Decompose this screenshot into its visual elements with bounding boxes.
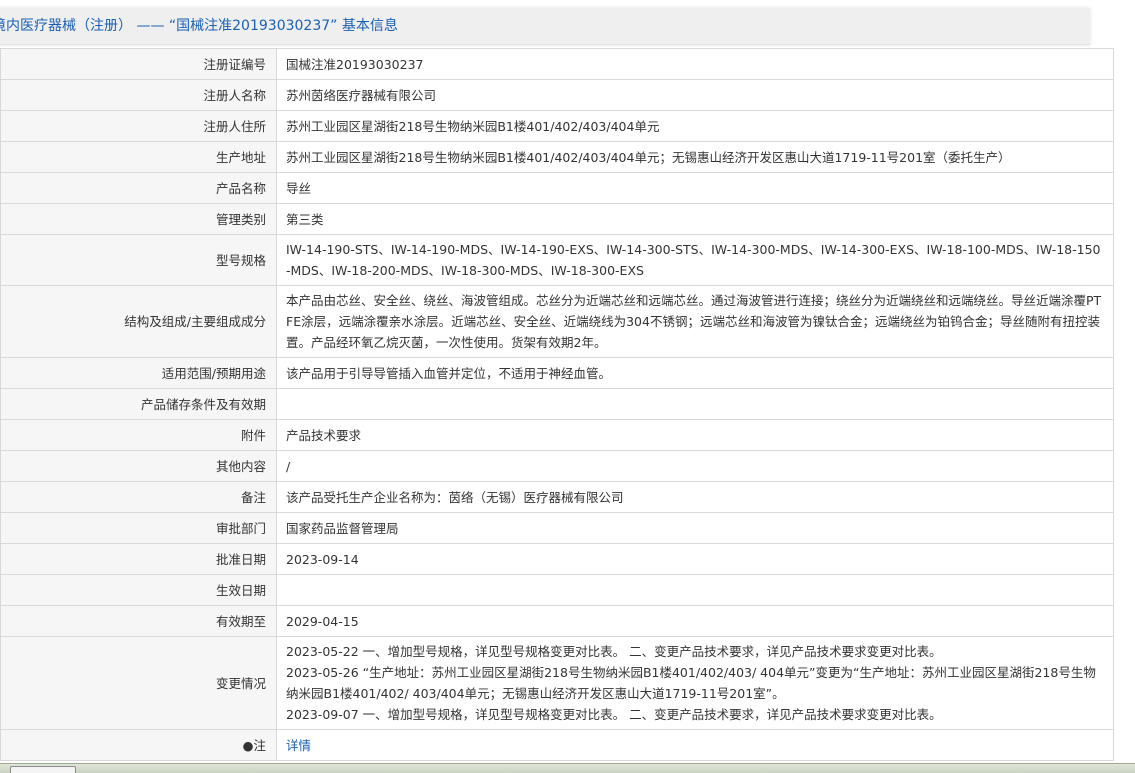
field-label: 有效期至	[0, 605, 277, 637]
field-label: 批准日期	[0, 543, 277, 575]
table-row: 适用范围/预期用途 该产品用于引导导管插入血管并定位，不适用于神经血管。	[0, 357, 1114, 389]
field-value: 国械注准20193030237	[276, 48, 1114, 80]
field-value	[276, 574, 1114, 606]
table-row: 产品名称 导丝	[0, 172, 1114, 204]
table-row-changes: 变更情况 2023-05-22 一、增加型号规格，详见型号规格变更对比表。 二、…	[0, 636, 1114, 730]
change-entry: 2023-05-22 一、增加型号规格，详见型号规格变更对比表。 二、变更产品技…	[286, 644, 942, 659]
field-label: 注册人名称	[0, 79, 277, 111]
field-label: 生效日期	[0, 574, 277, 606]
field-value: 苏州工业园区星湖街218号生物纳米园B1楼401/402/403/404单元；无…	[276, 141, 1114, 173]
page-frame: 境内医疗器械（注册） —— “国械注准20193030237” 基本信息 注册证…	[0, 0, 1135, 773]
table-row: 型号规格 IW-14-190-STS、IW-14-190-MDS、IW-14-1…	[0, 234, 1114, 286]
field-label: 型号规格	[0, 234, 277, 286]
table-row: 管理类别 第三类	[0, 203, 1114, 235]
field-label: 产品名称	[0, 172, 277, 204]
change-history: 2023-05-22 一、增加型号规格，详见型号规格变更对比表。 二、变更产品技…	[276, 636, 1114, 730]
field-label: 管理类别	[0, 203, 277, 235]
field-value: 导丝	[276, 172, 1114, 204]
field-value: 国家药品监督管理局	[276, 512, 1114, 544]
field-value	[276, 388, 1114, 420]
field-label: 产品储存条件及有效期	[0, 388, 277, 420]
field-label: 其他内容	[0, 450, 277, 482]
table-row: 备注 该产品受托生产企业名称为：茵络（无锡）医疗器械有限公司	[0, 481, 1114, 513]
table-row-note: ●注 详情	[0, 729, 1114, 761]
info-table: 注册证编号 国械注准20193030237 注册人名称 苏州茵络医疗器械有限公司…	[0, 48, 1114, 761]
table-row: 生效日期	[0, 574, 1114, 606]
table-row: 注册人住所 苏州工业园区星湖街218号生物纳米园B1楼401/402/403/4…	[0, 110, 1114, 142]
change-entry: 2023-09-07 一、增加型号规格，详见型号规格变更对比表。 二、变更产品技…	[286, 707, 942, 722]
field-value: 苏州茵络医疗器械有限公司	[276, 79, 1114, 111]
field-label: 生产地址	[0, 141, 277, 173]
table-row: 有效期至 2029-04-15	[0, 605, 1114, 637]
field-label: 注册证编号	[0, 48, 277, 80]
field-value: 2023-09-14	[276, 543, 1114, 575]
field-label: 备注	[0, 481, 277, 513]
field-value: 详情	[276, 729, 1114, 761]
field-value: 该产品用于引导导管插入血管并定位，不适用于神经血管。	[276, 357, 1114, 389]
field-value: 该产品受托生产企业名称为：茵络（无锡）医疗器械有限公司	[276, 481, 1114, 513]
field-value: 本产品由芯丝、安全丝、绕丝、海波管组成。芯丝分为近端芯丝和远端芯丝。通过海波管进…	[276, 285, 1114, 358]
field-label: 结构及组成/主要组成成分	[0, 285, 277, 358]
field-label: 注册人住所	[0, 110, 277, 142]
table-row: 注册证编号 国械注准20193030237	[0, 48, 1114, 80]
table-row: 其他内容 /	[0, 450, 1114, 482]
table-row: 注册人名称 苏州茵络医疗器械有限公司	[0, 79, 1114, 111]
field-value: 产品技术要求	[276, 419, 1114, 451]
change-entry: 2023-05-26 “生产地址：苏州工业园区星湖街218号生物纳米园B1楼40…	[286, 665, 1096, 701]
table-row: 批准日期 2023-09-14	[0, 543, 1114, 575]
field-label: 变更情况	[0, 636, 277, 730]
details-link[interactable]: 详情	[286, 738, 311, 753]
field-value: 2029-04-15	[276, 605, 1114, 637]
field-label: 审批部门	[0, 512, 277, 544]
table-row: 生产地址 苏州工业园区星湖街218号生物纳米园B1楼401/402/403/40…	[0, 141, 1114, 173]
field-label: 适用范围/预期用途	[0, 357, 277, 389]
window-bottom-bar	[0, 763, 1135, 773]
field-label: 附件	[0, 419, 277, 451]
detail-panel: 境内医疗器械（注册） —— “国械注准20193030237” 基本信息	[0, 8, 1090, 45]
field-value: 苏州工业园区星湖街218号生物纳米园B1楼401/402/403/404单元	[276, 110, 1114, 142]
scrollbar-thumb[interactable]	[10, 766, 76, 773]
field-value: IW-14-190-STS、IW-14-190-MDS、IW-14-190-EX…	[276, 234, 1114, 286]
field-label: ●注	[0, 729, 277, 761]
field-value: 第三类	[276, 203, 1114, 235]
table-row: 附件 产品技术要求	[0, 419, 1114, 451]
table-row: 结构及组成/主要组成成分 本产品由芯丝、安全丝、绕丝、海波管组成。芯丝分为近端芯…	[0, 285, 1114, 358]
page-title: 境内医疗器械（注册） —— “国械注准20193030237” 基本信息	[0, 8, 1090, 45]
table-row: 产品储存条件及有效期	[0, 388, 1114, 420]
table-row: 审批部门 国家药品监督管理局	[0, 512, 1114, 544]
field-value: /	[276, 450, 1114, 482]
